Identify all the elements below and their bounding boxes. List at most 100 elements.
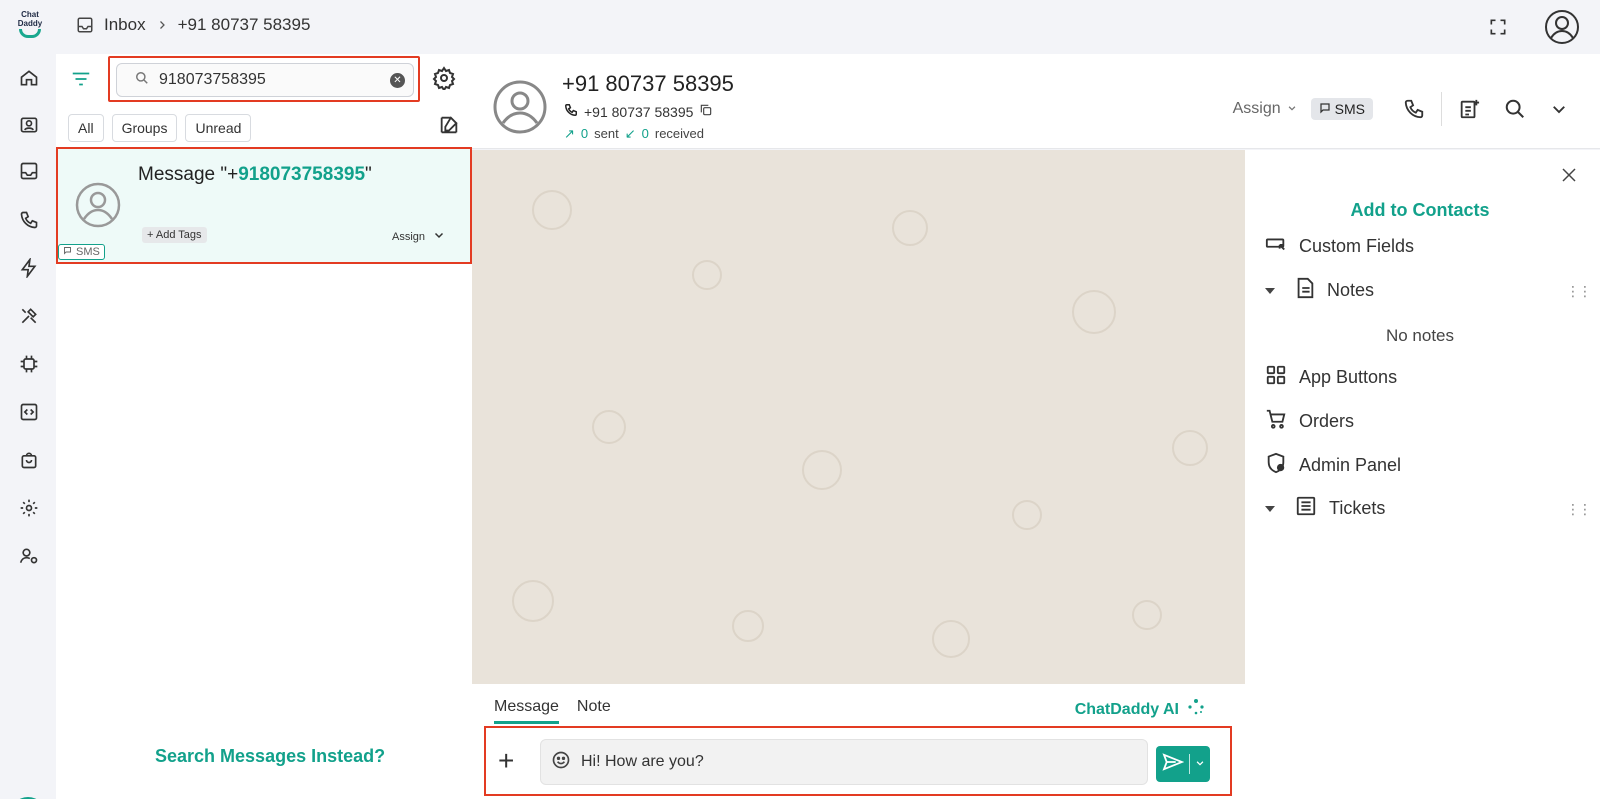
chat-avatar-icon[interactable] [492, 79, 548, 135]
cart-icon [1265, 408, 1287, 435]
breadcrumb: Inbox +91 80737 58395 [76, 15, 310, 35]
chevron-down-icon [1287, 100, 1297, 118]
caret-down-icon [1265, 505, 1275, 512]
search-chat-icon[interactable] [1504, 98, 1526, 120]
admin-panel-label: Admin Panel [1299, 455, 1402, 475]
search-highlight: ✕ [108, 56, 420, 102]
conversation-list-panel: ✕ All Groups Unread Message "+9180737583… [56, 54, 472, 799]
channel-badge-label: SMS [76, 246, 100, 258]
conversation-title: Message "+918073758395" [138, 164, 372, 186]
close-icon[interactable] [1560, 166, 1578, 189]
search-messages-link[interactable]: Search Messages Instead? [155, 746, 385, 767]
emoji-icon[interactable] [551, 750, 571, 775]
custom-fields-label: Custom Fields [1299, 236, 1415, 256]
add-tags-button[interactable]: + Add Tags [142, 227, 207, 243]
contacts-icon[interactable] [17, 113, 41, 137]
chevron-down-icon[interactable] [1195, 755, 1205, 773]
tickets-section-header[interactable]: Tickets [1265, 495, 1385, 522]
custom-fields-item[interactable]: Custom Fields [1265, 233, 1414, 260]
automation-icon[interactable] [17, 256, 41, 280]
breadcrumb-current: +91 80737 58395 [177, 15, 311, 34]
wallpaper-doodle [512, 580, 554, 622]
tickets-icon [1295, 495, 1317, 522]
app-buttons-item[interactable]: App Buttons [1265, 364, 1397, 391]
no-notes-text: No notes [1385, 326, 1455, 345]
call-icon[interactable] [1403, 98, 1425, 120]
team-icon[interactable] [17, 544, 41, 568]
wallpaper-doodle [1072, 290, 1116, 334]
compose-icon[interactable] [438, 114, 460, 141]
add-to-contacts-button[interactable]: Add to Contacts [1245, 200, 1595, 221]
custom-fields-icon [1265, 233, 1287, 260]
app-buttons-label: App Buttons [1299, 367, 1398, 387]
chatdaddy-ai-label: ChatDaddy AI [1074, 700, 1179, 718]
orders-item[interactable]: Orders [1265, 408, 1354, 435]
conversation-assign-dropdown[interactable]: Assign [392, 229, 445, 244]
chevron-right-icon [156, 19, 168, 31]
home-icon[interactable] [17, 66, 41, 90]
message-input[interactable] [581, 753, 1147, 771]
sent-label: sent [594, 126, 619, 141]
tab-groups[interactable]: Groups [111, 114, 178, 142]
breadcrumb-inbox[interactable]: Inbox [104, 15, 146, 35]
phone-icon[interactable] [17, 208, 41, 232]
conversation-title-prefix: Message "+ [138, 164, 239, 185]
list-settings-icon[interactable] [432, 66, 456, 95]
notes-section-header[interactable]: Notes [1265, 277, 1374, 304]
logo-text-line2: Daddy [17, 19, 43, 28]
search-field[interactable]: ✕ [116, 63, 414, 97]
grid-icon [1265, 364, 1287, 391]
admin-panel-item[interactable]: Admin Panel [1265, 452, 1401, 479]
logo-text-line1: Chat [21, 10, 39, 19]
tab-message[interactable]: Message [494, 698, 559, 724]
message-stats: ↗ 0 sent ↙ 0 received [564, 126, 704, 142]
wallpaper-doodle [802, 450, 842, 490]
composer-tabs: Message Note [494, 698, 611, 724]
tickets-label: Tickets [1329, 498, 1386, 518]
user-avatar-icon[interactable] [1544, 9, 1580, 50]
composer-highlight: + [484, 726, 1232, 796]
shop-icon[interactable] [17, 448, 41, 472]
code-icon[interactable] [17, 400, 41, 424]
channel-badge: SMS [58, 244, 105, 260]
channel-selector-label: SMS [1334, 101, 1365, 117]
settings-icon[interactable] [17, 496, 41, 520]
attach-plus-icon[interactable]: + [498, 747, 514, 775]
message-field[interactable] [540, 739, 1148, 785]
conversation-assign-label: Assign [392, 230, 426, 243]
clear-search-icon[interactable]: ✕ [390, 72, 405, 88]
fullscreen-icon[interactable] [1488, 17, 1508, 42]
contact-details-panel: Add to Contacts Custom Fields Notes ⋮⋮ N… [1245, 150, 1600, 799]
wallpaper-doodle [1132, 600, 1162, 630]
wallpaper-doodle [732, 610, 764, 642]
send-divider [1188, 754, 1190, 774]
channel-selector[interactable]: SMS [1310, 98, 1373, 120]
chatdaddy-ai-button[interactable]: ChatDaddy AI [1075, 698, 1205, 721]
search-input[interactable] [159, 71, 390, 89]
drag-handle-icon[interactable]: ⋮⋮ [1566, 283, 1592, 300]
conversation-item[interactable]: Message "+918073758395" + Add Tags Assig… [56, 147, 472, 264]
tools-icon[interactable] [17, 304, 41, 328]
received-count: 0 [641, 126, 649, 141]
conversation-title-suffix: " [365, 164, 372, 185]
add-note-icon[interactable] [1458, 98, 1480, 120]
message-icon [1319, 101, 1331, 117]
copy-icon[interactable] [699, 103, 713, 120]
divider [1441, 92, 1442, 126]
inbox-icon[interactable] [17, 159, 41, 183]
tab-note[interactable]: Note [577, 698, 611, 724]
contact-avatar-icon [74, 181, 122, 229]
chevron-down-icon [433, 229, 445, 244]
more-chevron-icon[interactable] [1550, 100, 1568, 118]
wallpaper-doodle [592, 410, 626, 444]
chip-icon[interactable] [17, 352, 41, 376]
assign-dropdown[interactable]: Assign [1233, 100, 1297, 118]
wallpaper-doodle [1012, 500, 1042, 530]
notes-label: Notes [1327, 280, 1375, 300]
tab-all[interactable]: All [68, 114, 104, 142]
filter-icon[interactable] [70, 68, 92, 95]
drag-handle-icon[interactable]: ⋮⋮ [1566, 501, 1592, 518]
tab-unread[interactable]: Unread [185, 114, 252, 142]
send-button[interactable] [1156, 746, 1210, 782]
chatdaddy-logo[interactable]: Chat Daddy [12, 10, 48, 42]
